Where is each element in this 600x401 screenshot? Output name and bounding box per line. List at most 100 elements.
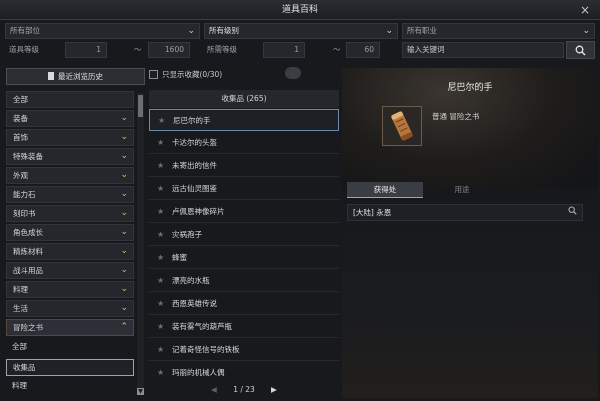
item-label: 卢佩恩神像碎片 [172, 207, 225, 216]
list-item[interactable]: ★ 玛丽的机械人偶 [149, 362, 339, 384]
star-icon[interactable]: ★ [157, 201, 164, 223]
category-label: 首饰 [13, 133, 28, 142]
part-dropdown-value: 所有部位 [10, 26, 40, 35]
chevron-down-icon: ⌄ [120, 246, 128, 256]
list-item-selected[interactable]: ★ 尼巴尔的手 [149, 109, 339, 131]
required-level-max-input[interactable]: 60 [346, 42, 380, 58]
required-level-range-separator: ～ [333, 45, 341, 54]
category-item[interactable]: 生活 ⌄ [6, 300, 134, 317]
category-label: 特殊装备 [13, 152, 43, 161]
chevron-down-icon: ⌄ [187, 26, 195, 36]
source-row[interactable]: [大陆] 永恩 [347, 204, 583, 221]
chevron-down-icon: ⌄ [120, 284, 128, 294]
category-item[interactable]: 角色成长 ⌄ [6, 224, 134, 241]
category-item[interactable]: 精炼材料 ⌄ [6, 243, 134, 260]
category-label: 外观 [13, 171, 28, 180]
chat-bubble-icon [285, 67, 301, 79]
star-icon[interactable]: ★ [157, 362, 164, 384]
chevron-down-icon: ⌄ [120, 303, 128, 313]
list-item[interactable]: ★ 记着奇怪信号的铁板 [149, 339, 339, 361]
filter-row-1: 所有部位 ⌄ 所有级别 ⌄ 所有职业 ⌄ [0, 21, 600, 41]
list-item[interactable]: ★ 西恩英雄传说 [149, 293, 339, 315]
category-label: 角色成长 [13, 228, 43, 237]
keyword-input[interactable]: 输入关键词 [402, 42, 564, 58]
job-dropdown[interactable]: 所有职业 ⌄ [402, 23, 595, 39]
category-item[interactable]: 刻印书 ⌄ [6, 205, 134, 222]
list-item[interactable]: ★ 装有雾气的葫芦瓶 [149, 316, 339, 338]
category-item-expanded[interactable]: 冒险之书 ⌃ [6, 319, 134, 336]
page-indicator: 1 / 23 [233, 385, 255, 394]
item-label: 灾祸孢子 [172, 230, 202, 239]
prev-page-icon[interactable]: ◀ [211, 383, 217, 397]
star-icon[interactable]: ★ [158, 110, 165, 132]
required-level-min-input[interactable]: 1 [263, 42, 305, 58]
close-button[interactable]: × [578, 3, 592, 17]
category-scrollbar[interactable]: ▼ [137, 93, 144, 395]
next-page-icon[interactable]: ▶ [271, 383, 277, 397]
chevron-down-icon: ⌄ [120, 151, 128, 161]
item-level-min-input[interactable]: 1 [65, 42, 107, 58]
item-level-label: 道具等级 [9, 45, 39, 54]
star-icon[interactable]: ★ [157, 178, 164, 200]
list-item[interactable]: ★ 漂亮的水瓶 [149, 270, 339, 292]
title-bar: 道具百科 × [0, 0, 600, 20]
star-icon[interactable]: ★ [157, 316, 164, 338]
search-button[interactable] [566, 41, 595, 59]
star-icon[interactable]: ★ [157, 155, 164, 177]
item-detail-panel: 尼巴尔的手 普通 冒险之书 获得处 用途 [大陆] 永恩 [342, 68, 598, 398]
item-label: 远古仙灵图鉴 [172, 184, 217, 193]
favorites-only-checkbox[interactable] [149, 70, 158, 79]
item-label: 装有雾气的葫芦瓶 [172, 322, 232, 331]
star-icon[interactable]: ★ [157, 247, 164, 269]
item-type: 普通 冒险之书 [432, 112, 480, 121]
chevron-down-icon: ⌄ [120, 189, 128, 199]
star-icon[interactable]: ★ [157, 224, 164, 246]
grade-dropdown[interactable]: 所有级别 ⌄ [204, 23, 398, 39]
category-item[interactable]: 全部 [6, 91, 134, 108]
part-dropdown[interactable]: 所有部位 ⌄ [5, 23, 200, 39]
recent-history-button[interactable]: 最近浏览历史 [6, 68, 145, 85]
window-title: 道具百科 [281, 5, 318, 15]
item-label: 蜂蜜 [172, 253, 187, 262]
subcategory-item[interactable]: 全部 [6, 339, 134, 356]
category-item[interactable]: 外观 ⌄ [6, 167, 134, 184]
list-item[interactable]: ★ 远古仙灵图鉴 [149, 178, 339, 200]
category-item[interactable]: 能力石 ⌄ [6, 186, 134, 203]
scrollbar-thumb[interactable] [138, 95, 143, 117]
category-item[interactable]: 装备 ⌄ [6, 110, 134, 127]
chevron-up-icon: ⌃ [120, 322, 128, 332]
item-label: 西恩英雄传说 [172, 299, 217, 308]
category-label: 生活 [13, 304, 28, 313]
star-icon[interactable]: ★ [157, 270, 164, 292]
category-item[interactable]: 战斗用品 ⌄ [6, 262, 134, 279]
tab-usage[interactable]: 用途 [424, 182, 500, 198]
item-list-panel: 只显示收藏(0/30) 收集品 (265) ★ 尼巴尔的手 ★ 卡达尔的头盔 ★ 未寄… [149, 67, 339, 398]
category-item[interactable]: 首饰 ⌄ [6, 129, 134, 146]
item-label: 卡达尔的头盔 [172, 138, 217, 147]
list-item[interactable]: ★ 卡达尔的头盔 [149, 132, 339, 154]
list-item[interactable]: ★ 蜂蜜 [149, 247, 339, 269]
item-encyclopedia-window: 道具百科 × 所有部位 ⌄ 所有级别 ⌄ 所有职业 ⌄ 道具等级 1 ～ 160… [0, 0, 600, 401]
list-item[interactable]: ★ 灾祸孢子 [149, 224, 339, 246]
category-label: 料理 [13, 285, 28, 294]
item-label: 玛丽的机械人偶 [172, 368, 225, 377]
search-icon[interactable] [568, 205, 577, 220]
scroll-down-icon[interactable]: ▼ [137, 388, 144, 395]
item-level-max-input[interactable]: 1600 [148, 42, 190, 58]
subcategory-item[interactable]: 料理 [6, 378, 134, 395]
category-item[interactable]: 料理 ⌄ [6, 281, 134, 298]
list-item[interactable]: ★ 卢佩恩神像碎片 [149, 201, 339, 223]
search-icon [575, 45, 586, 56]
source-label: [大陆] 永恩 [353, 208, 392, 217]
job-dropdown-value: 所有职业 [407, 26, 437, 35]
item-label: 漂亮的水瓶 [172, 276, 210, 285]
chevron-down-icon: ⌄ [120, 113, 128, 123]
tab-obtain-source[interactable]: 获得处 [347, 182, 423, 198]
chevron-down-icon: ⌄ [385, 26, 393, 36]
subcategory-item-selected[interactable]: 收集品 [6, 359, 134, 376]
star-icon[interactable]: ★ [157, 339, 164, 361]
list-item[interactable]: ★ 未寄出的信件 [149, 155, 339, 177]
star-icon[interactable]: ★ [157, 293, 164, 315]
star-icon[interactable]: ★ [157, 132, 164, 154]
category-item[interactable]: 特殊装备 ⌄ [6, 148, 134, 165]
